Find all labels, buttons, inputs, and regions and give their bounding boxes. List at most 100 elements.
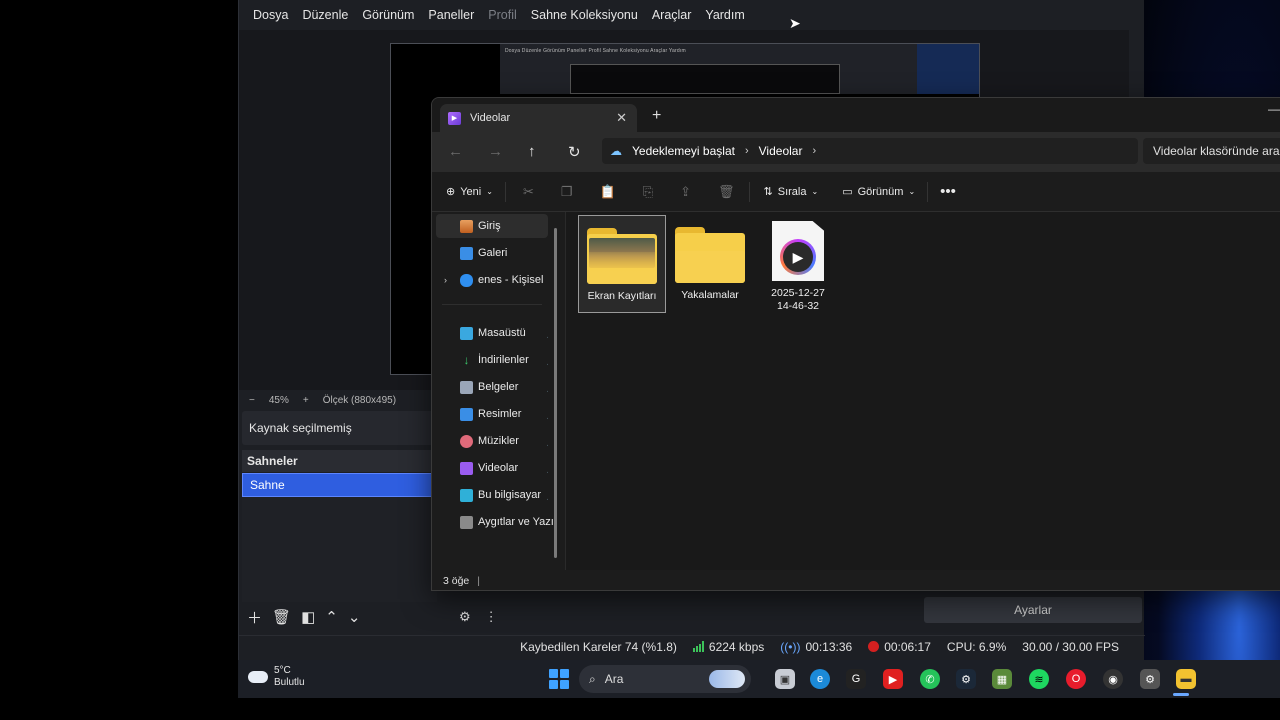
pin-icon: 📌 xyxy=(547,463,548,474)
new-button[interactable]: ⊕ Yeni ⌄ xyxy=(446,185,493,199)
move-up-icon[interactable]: ⌃ xyxy=(325,608,338,626)
nav-item-masaustu[interactable]: Masaüstü 📌 xyxy=(436,321,548,345)
record-icon xyxy=(868,641,880,652)
menu-araclar[interactable]: Araçlar xyxy=(645,8,699,22)
tab-videolar[interactable]: ▶ Videolar ✕ xyxy=(440,104,637,132)
edge-icon[interactable]: e xyxy=(810,669,830,689)
address-bar[interactable]: ☁ Yedeklemeyi başlat › Videolar › xyxy=(602,138,1138,164)
weather-desc: Bulutlu xyxy=(274,677,305,688)
nav-item-onedrive[interactable]: › enes - Kişisel xyxy=(436,268,548,292)
nav-item-resimler[interactable]: Resimler 📌 xyxy=(436,402,548,426)
item-count: 3 öğe xyxy=(443,575,470,587)
menu-duzenle[interactable]: Düzenle xyxy=(295,8,355,22)
delete-icon[interactable]: 🗑 xyxy=(718,184,735,200)
new-tab-icon[interactable]: + xyxy=(652,107,661,125)
weather-temp: 5°C xyxy=(274,665,291,676)
more-options-icon[interactable]: ••• xyxy=(940,183,956,200)
preview-nested-preview xyxy=(570,64,840,94)
back-icon[interactable]: ← xyxy=(448,143,463,160)
task-view-icon[interactable]: ▣ xyxy=(775,669,795,689)
nav-scrollbar[interactable] xyxy=(554,228,557,558)
g-app-icon[interactable]: G xyxy=(846,669,866,689)
stream-time: 00:13:36 xyxy=(805,639,853,654)
nav-item-videolar[interactable]: Videolar 📌 xyxy=(436,456,548,480)
menu-yardim[interactable]: Yardım xyxy=(698,8,751,22)
nav-item-giris[interactable]: Giriş xyxy=(436,214,548,238)
view-label: Görünüm xyxy=(857,185,904,198)
status-divider: | xyxy=(477,575,481,587)
nav-item-muzikler[interactable]: Müzikler 📌 xyxy=(436,429,548,453)
chevron-right-icon[interactable]: › xyxy=(812,145,816,157)
divider xyxy=(504,181,506,202)
cut-icon[interactable]: ✂ xyxy=(523,184,534,200)
delete-scene-icon[interactable]: 🗑 xyxy=(272,608,291,626)
nav-label: Giriş xyxy=(478,220,501,232)
steam-icon[interactable]: ⚙ xyxy=(956,669,976,689)
nav-label: Resimler xyxy=(478,408,522,420)
settings-button[interactable]: Ayarlar xyxy=(924,597,1142,623)
view-button[interactable]: ▭ Görünüm ⌄ xyxy=(842,185,915,199)
rename-icon[interactable]: ⎘ xyxy=(643,184,653,200)
search-input[interactable]: Videolar klasöründe ara xyxy=(1143,138,1280,164)
copy-icon[interactable]: ❐ xyxy=(561,184,573,200)
menu-gorunum[interactable]: Görünüm xyxy=(355,8,421,22)
file-list: Ekran Kayıtları Yakalamalar ▶ 2025-12-27… xyxy=(565,212,1280,570)
folder-icon xyxy=(675,227,745,283)
forward-icon[interactable]: → xyxy=(488,143,503,160)
divider xyxy=(927,181,929,202)
whatsapp-icon[interactable]: ✆ xyxy=(920,669,940,689)
file-item-video[interactable]: ▶ 2025-12-27 14-46-32 xyxy=(754,215,842,313)
nav-item-belgeler[interactable]: Belgeler 📌 xyxy=(436,375,548,399)
obs-icon[interactable]: ◉ xyxy=(1103,669,1123,689)
menu-dosya[interactable]: Dosya xyxy=(246,8,295,22)
share-icon[interactable]: ⇪ xyxy=(680,184,691,200)
scene-toolbar: ＋ 🗑 ◧ ⌃ ⌄ xyxy=(242,604,442,630)
nav-item-bu-bilgisayar[interactable]: Bu bilgisayar 📌 xyxy=(436,483,548,507)
start-button[interactable] xyxy=(549,669,569,689)
sort-button[interactable]: ⇅ Sırala ⌄ xyxy=(764,185,819,199)
paste-icon[interactable]: 📋 xyxy=(600,184,616,200)
breadcrumb-videolar[interactable]: Videolar xyxy=(759,144,803,158)
nav-item-galeri[interactable]: Galeri xyxy=(436,241,548,265)
file-explorer-icon[interactable]: ▬ xyxy=(1176,669,1196,689)
obs-menubar: Dosya Düzenle Görünüm Paneller Profil Sa… xyxy=(239,0,1145,30)
zoom-in-button[interactable]: + xyxy=(303,395,309,406)
no-source-label: Kaynak seçilmemiş xyxy=(249,421,352,435)
menu-profil[interactable]: Profil xyxy=(481,8,523,22)
scene-item[interactable]: Sahne xyxy=(242,473,437,497)
weather-widget[interactable]: 5°C Bulutlu xyxy=(248,665,305,689)
nav-item-aygitlar[interactable]: Aygıtlar ve Yazıcı xyxy=(436,510,554,534)
sort-label: Sırala xyxy=(777,185,807,198)
youtube-icon[interactable]: ▶ xyxy=(883,669,903,689)
file-item-yakalamalar[interactable]: Yakalamalar xyxy=(666,215,754,313)
address-row: ← → ↑ ↻ ☁ Yedeklemeyi başlat › Videolar … xyxy=(432,132,1280,172)
nav-label: Masaüstü xyxy=(478,327,526,339)
zoom-out-button[interactable]: − xyxy=(249,395,255,406)
file-name-line2: 14-46-32 xyxy=(776,300,820,312)
spotify-icon[interactable]: ≋ xyxy=(1029,669,1049,689)
breadcrumb-backup[interactable]: Yedeklemeyi başlat xyxy=(632,144,735,158)
settings-icon[interactable]: ⚙ xyxy=(1140,669,1160,689)
minecraft-icon[interactable]: ▦ xyxy=(992,669,1012,689)
chevron-right-icon[interactable]: › xyxy=(745,145,749,157)
gear-icon[interactable]: ⚙ xyxy=(459,609,471,625)
file-item-ekran-kayitlari[interactable]: Ekran Kayıtları xyxy=(578,215,666,313)
filter-icon[interactable]: ◧ xyxy=(301,608,315,626)
opera-icon[interactable]: O xyxy=(1066,669,1086,689)
move-down-icon[interactable]: ⌄ xyxy=(348,608,361,626)
refresh-icon[interactable]: ↻ xyxy=(568,143,581,161)
add-scene-icon[interactable]: ＋ xyxy=(247,607,262,628)
minimize-icon[interactable]: — xyxy=(1268,102,1280,116)
menu-paneller[interactable]: Paneller xyxy=(421,8,481,22)
expand-chevron-icon[interactable]: › xyxy=(444,275,447,285)
taskbar: 5°C Bulutlu ⌕ Ara ▣ e G ▶ ✆ ⚙ ▦ ≋ O ◉ ⚙ … xyxy=(238,660,1280,698)
taskbar-search[interactable]: ⌕ Ara xyxy=(579,665,751,693)
close-tab-icon[interactable]: ✕ xyxy=(616,110,627,126)
active-app-indicator xyxy=(1173,693,1189,696)
obs-statusbar: Kaybedilen Kareler 74 (%1.8) 6224 kbps (… xyxy=(239,635,1145,657)
nav-item-indirilenler[interactable]: ↓ İndirilenler 📌 xyxy=(436,348,549,372)
more-vertical-icon[interactable]: ⋮ xyxy=(485,609,498,625)
up-icon[interactable]: ↑ xyxy=(528,143,536,160)
fps-stat: 30.00 / 30.00 FPS xyxy=(1022,639,1119,654)
menu-sahne-koleksiyonu[interactable]: Sahne Koleksiyonu xyxy=(524,8,645,22)
